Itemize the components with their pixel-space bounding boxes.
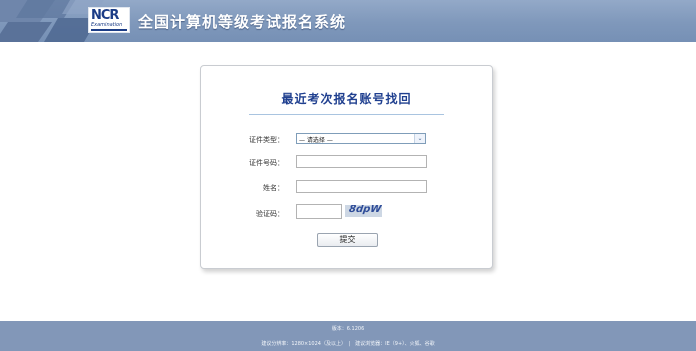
captcha-row: 验证码： 8dpW bbox=[201, 204, 492, 222]
site-footer: 版本：6.1206 建议分辨率：1280×1024（及以上） | 建议浏览器：I… bbox=[0, 321, 696, 351]
captcha-image[interactable]: 8dpW bbox=[345, 205, 382, 217]
logo-mark: NCR bbox=[91, 8, 119, 23]
id-number-label: 证件号码： bbox=[249, 159, 284, 167]
id-number-row: 证件号码： bbox=[201, 155, 492, 171]
captcha-label: 验证码： bbox=[256, 210, 284, 218]
id-type-select[interactable]: — 请选择 — ⌄ bbox=[296, 133, 426, 144]
submit-button[interactable]: 提交 bbox=[317, 233, 378, 247]
name-input[interactable] bbox=[296, 180, 427, 193]
logo-bar bbox=[91, 29, 127, 31]
site-header: NCR Examination 全国计算机等级考试报名系统 bbox=[0, 0, 696, 42]
id-number-input[interactable] bbox=[296, 155, 427, 168]
site-title: 全国计算机等级考试报名系统 bbox=[138, 13, 347, 31]
name-label: 姓名： bbox=[263, 184, 284, 192]
name-row: 姓名： bbox=[201, 180, 492, 196]
id-type-selected-value: — 请选择 — bbox=[299, 137, 333, 144]
title-divider bbox=[249, 114, 444, 115]
form-title: 最近考次报名账号找回 bbox=[281, 92, 412, 106]
account-recovery-panel: 最近考次报名账号找回 证件类型： — 请选择 — ⌄ 证件号码： 姓名： 验证码… bbox=[200, 65, 493, 269]
id-type-row: 证件类型： — 请选择 — ⌄ bbox=[201, 132, 492, 148]
logo-subtitle: Examination bbox=[91, 22, 123, 28]
recommendation-text: 建议分辨率：1280×1024（及以上） | 建议浏览器：IE（9+）、火狐、谷… bbox=[261, 341, 435, 347]
id-type-label: 证件类型： bbox=[249, 136, 284, 144]
captcha-input[interactable] bbox=[296, 204, 342, 219]
version-text: 版本：6.1206 bbox=[331, 326, 365, 332]
captcha-text: 8dpW bbox=[348, 205, 382, 215]
chevron-down-icon[interactable]: ⌄ bbox=[414, 134, 425, 143]
ncr-logo: NCR Examination bbox=[88, 7, 130, 33]
